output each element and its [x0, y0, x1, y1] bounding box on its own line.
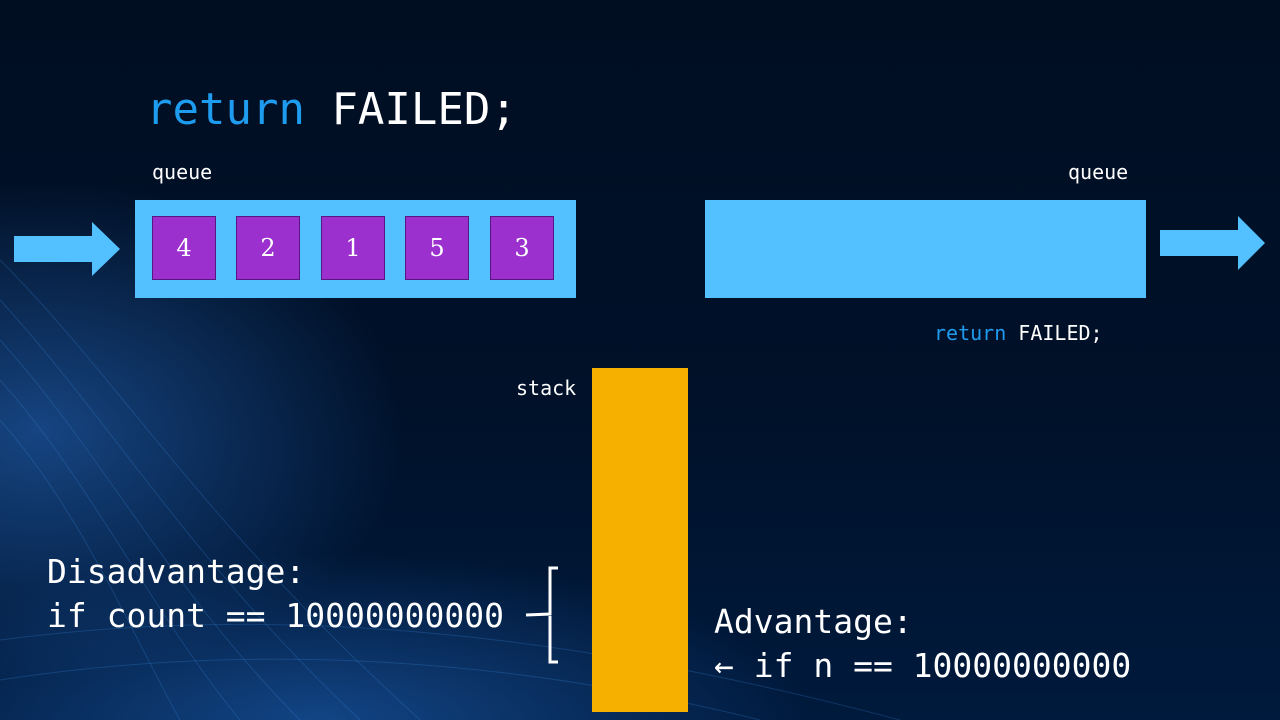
output-arrow-icon [1160, 216, 1265, 270]
queue-item: 4 [152, 216, 216, 280]
queue-item: 5 [405, 216, 469, 280]
brace-icon [525, 566, 558, 664]
page-title: return FAILED; [146, 84, 517, 136]
stack-label: stack [516, 376, 577, 400]
input-arrow-icon [14, 222, 120, 276]
code-rest: FAILED; [1006, 321, 1103, 345]
right-queue [705, 200, 1146, 298]
disadvantage-heading: Disadvantage: [47, 552, 306, 591]
title-rest: FAILED; [304, 84, 517, 135]
advantage-line: ← if n == 10000000000 [714, 646, 1132, 685]
return-failed-code: return FAILED; [934, 321, 1103, 345]
advantage-heading: Advantage: [714, 602, 913, 641]
title-keyword: return [146, 84, 305, 135]
left-queue: 4 2 1 5 3 [135, 200, 576, 298]
left-queue-label: queue [152, 160, 213, 184]
right-queue-label: queue [1068, 160, 1129, 184]
disadvantage-line: if count == 10000000000 [47, 596, 504, 635]
stack [592, 368, 688, 712]
code-keyword: return [934, 321, 1007, 345]
queue-item: 3 [490, 216, 554, 280]
queue-item: 1 [321, 216, 385, 280]
queue-item: 2 [236, 216, 300, 280]
